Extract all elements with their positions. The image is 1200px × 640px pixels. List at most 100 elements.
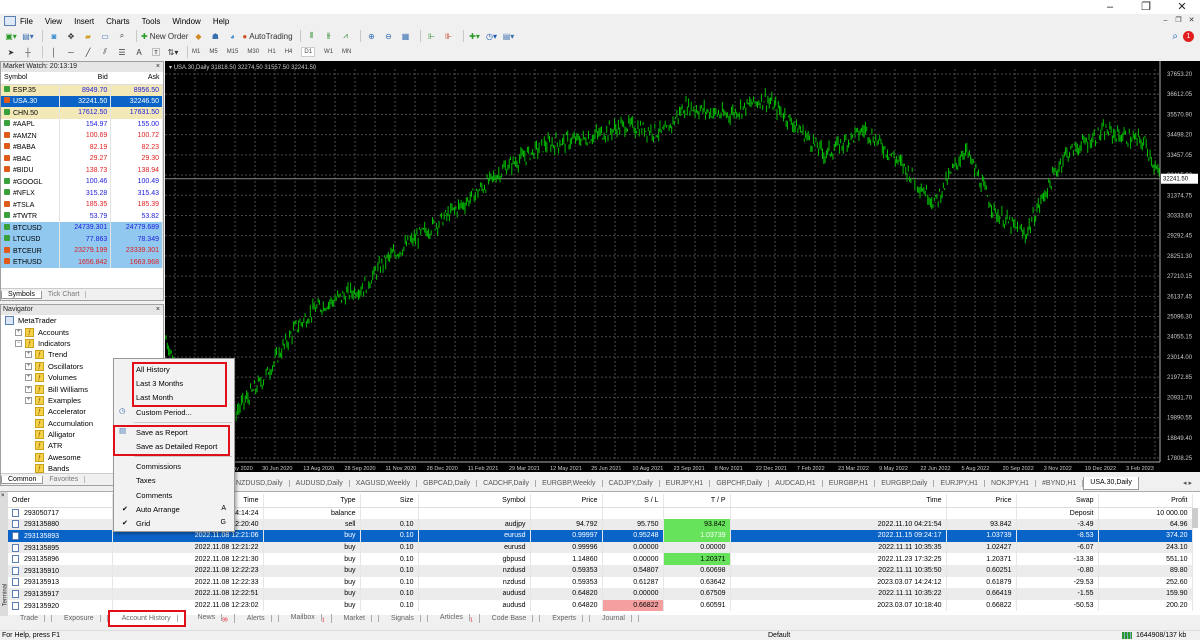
tab-favorites[interactable]: Favorites	[43, 476, 86, 483]
col-header[interactable]: Swap	[1016, 494, 1099, 508]
history-row[interactable]: 293135895 2022.11.08 12:21:22 buy 0.10 eurus…	[8, 541, 1193, 554]
nav-item-accounts[interactable]: + ƒ Accounts	[5, 326, 163, 337]
expand-icon[interactable]: +	[25, 351, 32, 359]
timeframe-mn[interactable]: MN	[342, 49, 351, 55]
market-watch-row[interactable]: #AAPL 154.97 155.00	[1, 118, 163, 130]
market-watch-row[interactable]: #BAC 29.27 29.30	[1, 153, 163, 165]
terminal-icon[interactable]: ▭	[98, 29, 112, 43]
menu-auto-arrange[interactable]: Auto Arrange	[136, 503, 180, 516]
market-watch-row[interactable]: USA.30 32241.50 32246.50	[1, 95, 163, 107]
candlestick-icon[interactable]: ⫵	[322, 29, 336, 43]
tab-journal[interactable]: Journal	[590, 615, 639, 622]
menu-custom-period[interactable]: Custom Period...	[136, 406, 192, 419]
chart-tab[interactable]: XAGUSD,Weekly	[350, 480, 418, 487]
community-icon[interactable]: ☗	[208, 29, 222, 43]
expand-icon[interactable]: +	[25, 362, 32, 370]
autotrading-button[interactable]: ● AutoTrading	[242, 29, 292, 43]
zoom-out-icon[interactable]: ⊖	[382, 29, 396, 43]
market-watch-row[interactable]: ESP.35 8949.70 8956.50	[1, 84, 163, 96]
col-header[interactable]: T / P	[663, 494, 731, 508]
nav-item-indicators[interactable]: − ƒ Indicators	[5, 338, 163, 349]
chart-tabs-scroll[interactable]: ◂ ▸	[1183, 479, 1192, 487]
notifications-badge[interactable]: 1	[1183, 30, 1194, 42]
market-watch-row[interactable]: #GOOGL 100.46 100.49	[1, 176, 163, 188]
chart-tab[interactable]: CADCHF,Daily	[477, 480, 537, 487]
chart-tab[interactable]: GBPCHF,Daily	[710, 480, 770, 487]
horizontal-line-icon[interactable]: ─	[64, 45, 78, 59]
restore-button[interactable]: ❐	[1128, 0, 1164, 14]
indicators-icon[interactable]: ✚▾	[468, 29, 482, 43]
market-watch-row[interactable]: BTCUSD 24739.301 24779.689	[1, 222, 163, 234]
chart-tab[interactable]: USA.30,Daily	[1083, 477, 1139, 490]
col-header[interactable]: Price	[946, 494, 1017, 508]
expand-icon[interactable]: +	[25, 396, 32, 404]
menu-tools[interactable]: Tools	[142, 17, 161, 26]
menu-commissions[interactable]: Commissions	[136, 460, 181, 473]
menu-grid[interactable]: Grid	[136, 517, 150, 530]
timeframe-d1[interactable]: D1	[301, 47, 316, 57]
market-watch-row[interactable]: ETHUSD 1656.842 1663.968	[1, 256, 163, 268]
col-header[interactable]: Time	[730, 494, 947, 508]
menu-window[interactable]: Window	[172, 17, 200, 26]
tab-articles[interactable]: Articles 1	[428, 613, 480, 624]
expand-icon[interactable]: +	[25, 385, 32, 393]
expand-icon[interactable]: +	[25, 374, 32, 382]
crosshair-icon[interactable]: ┼	[21, 45, 35, 59]
metaeditor-icon[interactable]: ◆	[191, 29, 205, 43]
chart-tab[interactable]: AUDUSD,Daily	[290, 480, 350, 487]
signals-icon[interactable]: ◕	[225, 29, 239, 43]
market-watch-icon[interactable]: ◙	[47, 29, 61, 43]
strategy-tester-icon[interactable]: ⌕	[115, 29, 129, 43]
col-symbol[interactable]: Symbol	[1, 72, 60, 85]
trendline-icon[interactable]: ╱	[81, 45, 95, 59]
market-watch-row[interactable]: BTCEUR 23279.199 23339.301	[1, 245, 163, 257]
menu-file[interactable]: File	[20, 17, 33, 26]
new-order-button[interactable]: ✚ New Order	[141, 29, 188, 43]
timeframe-m5[interactable]: M5	[209, 49, 217, 55]
chart-tab[interactable]: EURGBP,Daily	[875, 480, 935, 487]
tab-symbols[interactable]: Symbols	[1, 290, 42, 299]
text-label-icon[interactable]: 🅃	[149, 45, 163, 59]
fibonacci-icon[interactable]: ☰	[115, 45, 129, 59]
templates-icon[interactable]: ▤▾	[502, 29, 516, 43]
timeframe-m15[interactable]: M15	[227, 49, 239, 55]
history-row[interactable]: 293135913 2022.11.08 12:22:33 buy 0.10 nzdus…	[8, 576, 1193, 589]
cursor-icon[interactable]: ➤	[4, 45, 18, 59]
col-bid[interactable]: Bid	[59, 72, 111, 85]
market-watch-row[interactable]: LTCUSD 77.863 78.349	[1, 233, 163, 245]
minimize-button[interactable]: –	[1092, 0, 1128, 14]
profiles-icon[interactable]: ▤▾	[21, 29, 35, 43]
tab-tick-chart[interactable]: Tick Chart	[42, 291, 87, 298]
mdi-close-button[interactable]: ✕	[1187, 16, 1196, 25]
market-watch-row[interactable]: #BIDU 138.73 138.94	[1, 164, 163, 176]
tab-code-base[interactable]: Code Base	[480, 615, 541, 622]
arrows-icon[interactable]: ⇅▾	[166, 45, 180, 59]
chart-tab[interactable]: NZDUSD,Daily	[230, 480, 290, 487]
market-watch-row[interactable]: #AMZN 100.69 100.72	[1, 130, 163, 142]
tab-exposure[interactable]: Exposure	[52, 615, 108, 622]
market-watch-row[interactable]: #TSLA 185.35 185.39	[1, 199, 163, 211]
price-chart[interactable]: 37653.20 36612.05 35570.90 34498.20 33457.05…	[165, 61, 1200, 472]
col-header[interactable]: S / L	[602, 494, 664, 508]
col-header[interactable]: Price	[530, 494, 603, 508]
new-chart-icon[interactable]: ▣▾	[4, 29, 18, 43]
market-watch-row[interactable]: #BABA 82.19 82.23	[1, 141, 163, 153]
mdi-minimize-button[interactable]: –	[1161, 16, 1170, 25]
channel-icon[interactable]: ⫽	[98, 45, 112, 59]
close-icon[interactable]: ×	[156, 62, 160, 72]
tab-common[interactable]: Common	[1, 475, 44, 484]
history-row[interactable]: 293135920 2022.11.08 12:23:02 buy 0.10 audus…	[8, 599, 1193, 612]
col-ask[interactable]: Ask	[110, 72, 163, 85]
history-scrollbar[interactable]	[1192, 508, 1198, 528]
zoom-in-icon[interactable]: ⊕	[365, 29, 379, 43]
timeframe-w1[interactable]: W1	[324, 49, 333, 55]
nav-root[interactable]: MetaTrader	[5, 315, 163, 326]
col-header[interactable]: Size	[360, 494, 419, 508]
tab-signals[interactable]: Signals	[379, 615, 428, 622]
collapse-icon[interactable]: −	[15, 339, 22, 347]
chart-tab[interactable]: #BYND,H1	[1036, 480, 1084, 487]
history-row[interactable]: 293135917 2022.11.08 12:22:51 buy 0.10 audus…	[8, 588, 1193, 600]
data-window-icon[interactable]: ✥	[64, 29, 78, 43]
history-row[interactable]: 293135896 2022.11.08 12:21:30 buy 0.10 gbpus…	[8, 553, 1193, 565]
tab-account-history[interactable]: Account History	[107, 610, 186, 627]
